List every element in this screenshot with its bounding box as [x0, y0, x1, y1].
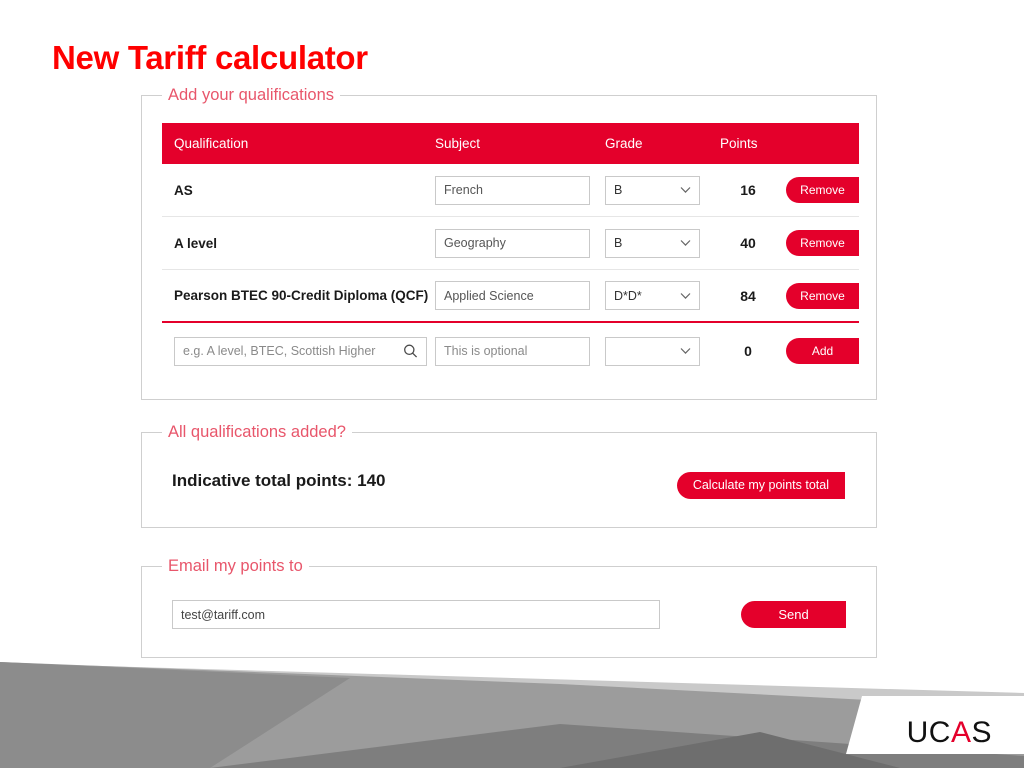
- row-subject-cell: [435, 175, 605, 205]
- subject-input[interactable]: [435, 175, 590, 205]
- slide-canvas: New Tariff calculator Add your qualifica…: [0, 0, 1024, 768]
- row-action-cell: Remove: [776, 282, 859, 309]
- remove-button[interactable]: Remove: [786, 230, 859, 256]
- row-subject-cell: [435, 281, 605, 310]
- new-grade-cell: [605, 336, 720, 366]
- new-subject-cell: [435, 336, 605, 366]
- subject-input[interactable]: [435, 281, 590, 310]
- grade-select[interactable]: B: [605, 175, 700, 205]
- add-qualifications-legend: Add your qualifications: [162, 85, 341, 105]
- search-icon[interactable]: [403, 344, 418, 359]
- row-grade-cell: B: [605, 175, 720, 205]
- row-points-value: 84: [740, 287, 756, 304]
- row-qualification-name: Pearson BTEC 90-Credit Diploma (QCF): [174, 288, 429, 303]
- email-input[interactable]: [172, 600, 660, 629]
- row-action-cell: Remove: [776, 177, 859, 203]
- row-qualification-name: A level: [174, 235, 218, 251]
- totals-panel: All qualifications added? Indicative tot…: [141, 422, 877, 528]
- row-points-value: 40: [740, 235, 756, 251]
- indicative-total-points: Indicative total points: 140: [172, 471, 386, 490]
- remove-button[interactable]: Remove: [786, 282, 859, 309]
- new-action-cell: Add: [776, 338, 859, 364]
- row-subject-cell: [435, 228, 605, 258]
- column-header-subject: Subject: [435, 136, 481, 151]
- table-row: Pearson BTEC 90-Credit Diploma (QCF) D*D…: [162, 270, 859, 323]
- row-points-value: 16: [740, 182, 756, 198]
- row-grade-cell: D*D*: [605, 281, 720, 310]
- new-points-value: 0: [744, 343, 752, 359]
- email-legend: Email my points to: [162, 556, 309, 576]
- column-header-grade: Grade: [605, 136, 643, 151]
- new-subject-input[interactable]: [435, 336, 590, 366]
- new-grade-select-value[interactable]: [605, 336, 700, 366]
- table-row: A level B 40 Remove: [162, 217, 859, 270]
- row-action-cell: Remove: [776, 230, 859, 256]
- email-panel: Email my points to Send: [141, 556, 877, 658]
- calculate-button-wrap: Calculate my points total: [676, 472, 845, 499]
- column-header-qualification: Qualification: [174, 136, 249, 151]
- qualifications-table: Qualification Subject Grade Points AS B: [162, 123, 859, 379]
- footer-decoration: [0, 662, 1024, 768]
- remove-button[interactable]: Remove: [786, 177, 859, 203]
- qualification-search-input[interactable]: [174, 336, 427, 366]
- grade-select[interactable]: D*D*: [605, 281, 700, 310]
- table-header-row: Qualification Subject Grade Points: [162, 123, 859, 164]
- totals-legend: All qualifications added?: [162, 422, 352, 442]
- add-button[interactable]: Add: [786, 338, 859, 364]
- new-grade-select[interactable]: [605, 336, 700, 366]
- column-header-points: Points: [720, 136, 758, 151]
- grade-select-value[interactable]: D*D*: [605, 281, 700, 310]
- row-qualification-name: AS: [174, 182, 193, 198]
- grade-select-value[interactable]: B: [605, 175, 700, 205]
- page-title: New Tariff calculator: [52, 39, 368, 76]
- ucas-logo: UCAS: [907, 718, 992, 748]
- new-qualification-cell: [162, 336, 435, 366]
- grade-select[interactable]: B: [605, 228, 700, 258]
- calculate-points-button[interactable]: Calculate my points total: [676, 472, 845, 499]
- qualification-search: [174, 336, 427, 366]
- table-row: AS B 16 Remove: [162, 164, 859, 217]
- add-qualifications-panel: Add your qualifications Qualification Su…: [141, 85, 877, 400]
- send-button[interactable]: Send: [741, 601, 846, 628]
- logo-text-uc: UC: [906, 716, 951, 749]
- logo-accent-a: A: [950, 716, 972, 749]
- grade-select-value[interactable]: B: [605, 228, 700, 258]
- add-qualification-row: 0 Add: [162, 323, 859, 379]
- send-button-wrap: Send: [741, 601, 846, 628]
- logo-text-s: S: [971, 716, 992, 749]
- subject-input[interactable]: [435, 228, 590, 258]
- row-grade-cell: B: [605, 228, 720, 258]
